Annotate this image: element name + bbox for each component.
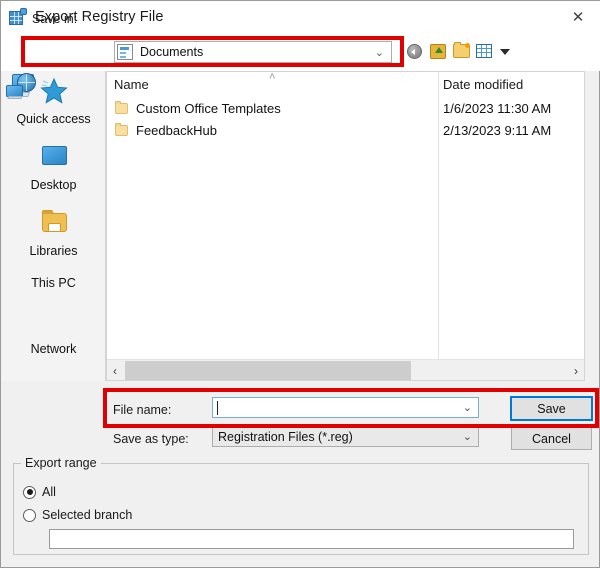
place-item-network[interactable]: Network [2,73,105,401]
horizontal-scrollbar[interactable]: ‹ › [106,359,585,382]
views-chevron-down-icon[interactable] [500,49,510,55]
column-header-name[interactable]: Name [114,77,149,92]
place-label: This PC [31,276,76,290]
libraries-folder-icon [35,207,73,241]
file-name-label: File name: [113,403,172,417]
radio-button-icon[interactable] [23,508,36,522]
network-globe-icon [6,73,36,99]
radio-label: All [42,485,56,499]
save-as-type-label: Save as type: [113,432,189,446]
chevron-down-icon[interactable]: ⌄ [463,401,472,414]
navigation-toolbar [407,41,510,62]
back-icon[interactable] [407,43,424,61]
folder-icon [115,100,128,114]
desktop-monitor-icon [35,141,73,175]
scroll-right-icon[interactable]: › [567,360,585,381]
text-caret [217,401,218,415]
radio-export-selected-branch[interactable]: Selected branch [23,508,132,522]
place-item-this-pc[interactable]: This PC [2,74,105,335]
places-bar: Quick access Desktop Libraries This PC N… [2,71,106,381]
save-button[interactable]: Save [510,396,593,421]
cancel-button[interactable]: Cancel [511,427,592,450]
place-item-desktop[interactable]: Desktop [2,137,105,203]
column-header-date-modified[interactable]: Date modified [443,77,523,92]
selected-branch-input[interactable] [49,529,574,549]
place-label: Libraries [29,244,78,258]
save-as-type-combobox[interactable]: Registration Files (*.reg) ⌄ [212,426,479,447]
radio-button-icon[interactable] [23,485,36,499]
new-folder-icon[interactable] [453,41,470,61]
save-in-label: Save in: [32,12,78,26]
place-label: Desktop [30,178,77,192]
quick-access-star-icon [35,75,73,109]
up-one-level-icon[interactable] [430,43,447,61]
file-list-row[interactable]: FeedbackHub 2/13/2023 9:11 AM [106,119,585,141]
folder-icon [115,122,128,136]
file-date-modified: 2/13/2023 9:11 AM [443,122,552,138]
file-name: Custom Office Templates [136,100,281,116]
views-icon[interactable] [476,43,493,61]
chevron-down-icon[interactable]: ⌄ [375,46,384,59]
file-list-row[interactable]: Custom Office Templates 1/6/2023 11:30 A… [106,97,585,119]
export-registry-file-dialog: Export Registry File ✕ Save in: Document… [0,0,600,568]
place-label: Quick access [16,112,91,126]
registry-file-icon [9,8,27,26]
save-in-combobox[interactable]: Documents ⌄ [114,41,392,63]
export-range-title: Export range [21,456,101,470]
file-date-modified: 1/6/2023 11:30 AM [443,100,552,116]
scroll-left-icon[interactable]: ‹ [106,360,124,381]
scrollbar-thumb[interactable] [125,361,411,380]
file-list-view[interactable]: ˄ Name Date modified Custom Office Templ… [106,71,585,359]
file-name-input[interactable]: ⌄ [212,397,479,418]
title-bar: Export Registry File ✕ [1,1,600,33]
close-icon[interactable]: ✕ [555,1,600,33]
file-list-header: ˄ Name Date modified [106,71,585,97]
place-item-libraries[interactable]: Libraries [2,203,105,269]
chevron-down-icon[interactable]: ⌄ [463,430,472,443]
save-as-type-value: Registration Files (*.reg) [218,430,353,444]
documents-folder-icon [117,44,133,60]
sort-ascending-icon[interactable]: ˄ [269,71,275,83]
file-name: FeedbackHub [136,122,217,138]
place-label: Network [30,342,77,356]
save-in-value: Documents [140,45,204,59]
radio-label: Selected branch [42,508,133,522]
radio-export-all[interactable]: All [23,485,56,499]
